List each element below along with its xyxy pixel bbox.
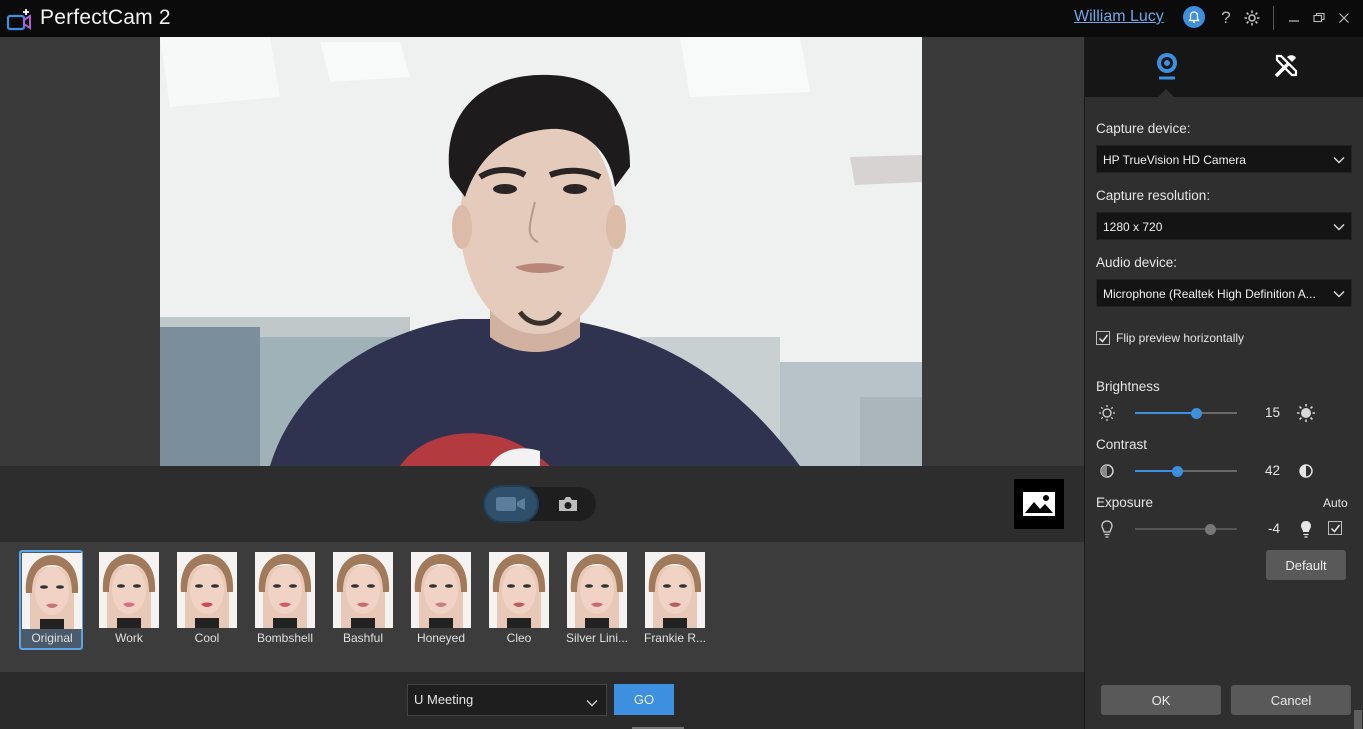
bulb-on-icon	[1296, 519, 1316, 539]
flip-preview-checkbox[interactable]	[1096, 331, 1110, 345]
brightness-high-icon	[1296, 403, 1316, 423]
filter-label: Bombshell	[256, 631, 314, 645]
minimize-icon[interactable]	[1283, 7, 1305, 29]
brightness-low-icon	[1097, 403, 1117, 423]
capture-mode-toggle[interactable]	[485, 487, 596, 521]
exposure-slider[interactable]	[1135, 528, 1237, 530]
exposure-label: Exposure	[1096, 495, 1154, 510]
auto-exposure-checkbox[interactable]	[1328, 521, 1342, 535]
filter-label: Cool	[194, 631, 220, 645]
divider	[1273, 6, 1274, 30]
go-button[interactable]: GO	[614, 684, 674, 715]
makeup-filter-list: Original Work Cool Bombshell Bashful Hon…	[0, 542, 1084, 672]
contrast-value: 42	[1264, 463, 1280, 478]
gear-icon[interactable]	[1240, 6, 1264, 30]
chevron-down-icon	[1333, 220, 1345, 234]
restore-icon[interactable]	[1308, 7, 1330, 29]
default-button[interactable]: Default	[1266, 550, 1346, 580]
bell-icon[interactable]	[1183, 6, 1205, 28]
exposure-slider-thumb[interactable]	[1204, 524, 1216, 535]
bulb-off-icon	[1097, 519, 1117, 539]
filter-frankie[interactable]: Frankie R...	[643, 550, 707, 650]
brightness-slider-thumb[interactable]	[1190, 408, 1202, 419]
capture-resolution-select[interactable]: 1280 x 720	[1096, 212, 1352, 240]
title-bar: PerfectCam 2 William Lucy ?	[0, 0, 1363, 37]
brightness-label: Brightness	[1096, 379, 1160, 394]
capture-device-select[interactable]: HP TrueVision HD Camera	[1096, 145, 1352, 173]
video-camera-icon[interactable]	[485, 487, 537, 521]
filter-original[interactable]: Original	[19, 550, 83, 650]
main-area: Original Work Cool Bombshell Bashful Hon…	[0, 37, 1084, 729]
filter-label: Silver Lini...	[565, 631, 629, 645]
filter-label: Work	[115, 631, 143, 645]
tools-icon	[1272, 52, 1300, 83]
tab-tools[interactable]	[1216, 37, 1355, 97]
flip-preview-label: Flip preview horizontally	[1116, 331, 1245, 345]
filter-thumbnail	[177, 552, 237, 628]
filter-cleo[interactable]: Cleo	[487, 550, 551, 650]
brightness-slider-fill	[1135, 412, 1197, 414]
filter-thumbnail	[567, 552, 627, 628]
brightness-value: 15	[1264, 405, 1280, 420]
photo-camera-icon[interactable]	[553, 493, 583, 515]
app-title: PerfectCam 2	[40, 6, 171, 29]
filter-thumbnail	[255, 552, 315, 628]
close-icon[interactable]	[1333, 7, 1355, 29]
filter-honeyed[interactable]: Honeyed	[409, 550, 473, 650]
meeting-app-value: U Meeting	[414, 692, 474, 707]
filter-thumbnail	[99, 552, 159, 628]
meeting-app-select[interactable]: U Meeting	[407, 684, 607, 716]
filter-thumbnail	[489, 552, 549, 628]
camera-plus-icon	[6, 6, 38, 32]
contrast-label: Contrast	[1096, 437, 1148, 452]
chevron-down-icon	[1333, 153, 1345, 167]
exposure-value: -4	[1267, 521, 1280, 536]
chevron-down-icon	[586, 695, 598, 710]
gallery-icon[interactable]	[1014, 479, 1064, 529]
audio-device-value: Microphone (Realtek High Definition A...	[1103, 287, 1316, 301]
filter-label: Bashful	[342, 631, 384, 645]
capture-resolution-value: 1280 x 720	[1103, 220, 1163, 234]
contrast-slider-thumb[interactable]	[1172, 466, 1184, 477]
filter-work[interactable]: Work	[97, 550, 161, 650]
audio-device-select[interactable]: Microphone (Realtek High Definition A...	[1096, 279, 1352, 307]
settings-panel: Capture device: HP TrueVision HD Camera …	[1085, 37, 1363, 729]
filter-label: Original	[31, 631, 73, 645]
bottom-bar: U Meeting GO	[0, 672, 1084, 729]
help-icon[interactable]: ?	[1214, 6, 1238, 30]
filter-label: Honeyed	[416, 631, 466, 645]
cancel-button[interactable]: Cancel	[1231, 685, 1351, 715]
capture-device-value: HP TrueVision HD Camera	[1103, 153, 1246, 167]
filter-thumbnail	[333, 552, 393, 628]
filter-bombshell[interactable]: Bombshell	[253, 550, 317, 650]
audio-device-label: Audio device:	[1096, 255, 1178, 270]
user-account-link[interactable]: William Lucy	[1074, 8, 1164, 26]
auto-label: Auto	[1323, 496, 1348, 510]
filter-thumbnail	[645, 552, 705, 628]
webcam-icon	[1154, 51, 1180, 84]
ok-button[interactable]: OK	[1101, 685, 1221, 715]
chevron-down-icon	[1333, 287, 1345, 301]
filter-thumbnail	[411, 552, 471, 628]
capture-device-label: Capture device:	[1096, 121, 1191, 136]
contrast-high-icon	[1296, 461, 1316, 481]
contrast-low-icon	[1097, 461, 1117, 481]
filter-silver-lining[interactable]: Silver Lini...	[565, 550, 629, 650]
filter-label: Cleo	[506, 631, 532, 645]
filter-thumbnail	[22, 553, 82, 629]
settings-tabs	[1085, 37, 1363, 98]
filter-cool[interactable]: Cool	[175, 550, 239, 650]
resize-grip[interactable]	[1354, 710, 1362, 729]
filter-label: Frankie R...	[643, 631, 706, 645]
tab-indicator	[1157, 89, 1175, 98]
filter-bashful[interactable]: Bashful	[331, 550, 395, 650]
capture-resolution-label: Capture resolution:	[1096, 188, 1211, 203]
camera-preview	[160, 37, 922, 466]
capture-control-bar	[0, 466, 1084, 542]
